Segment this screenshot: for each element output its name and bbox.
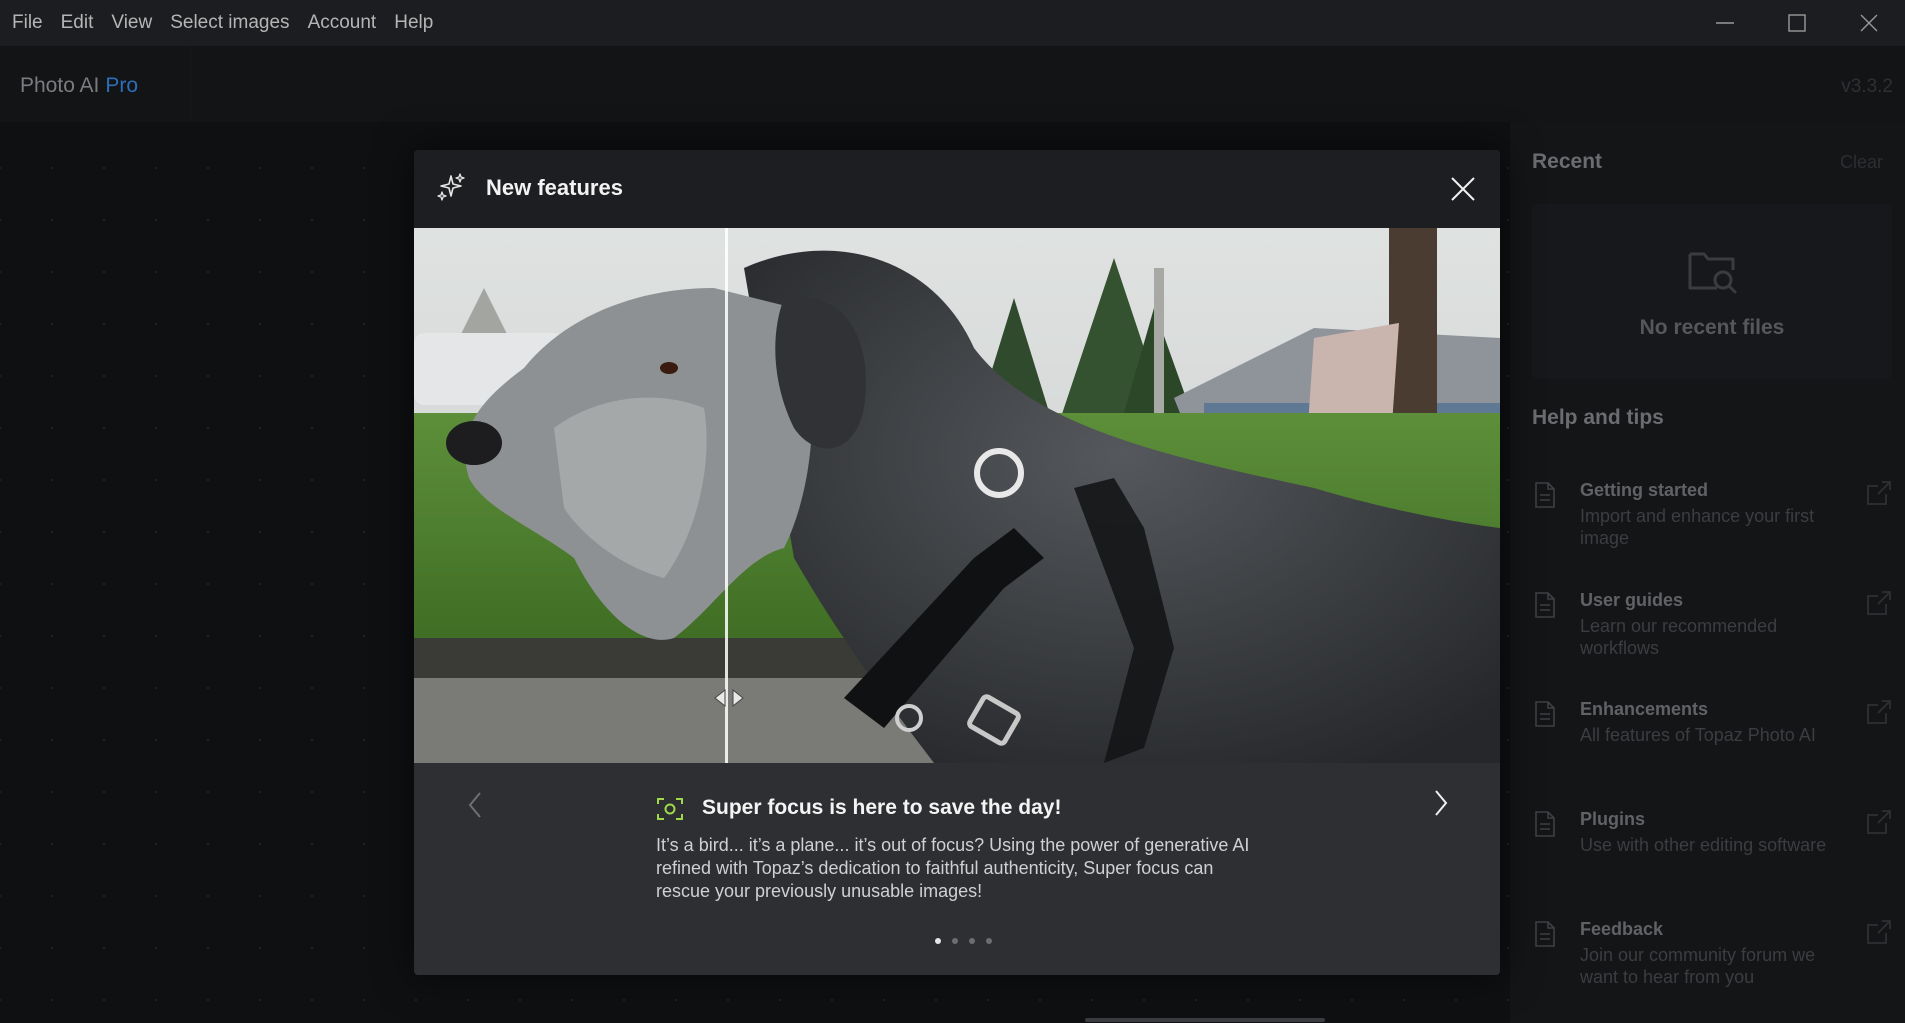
document-icon: [1535, 592, 1555, 618]
app-header: Photo AI Pro v3.3.2: [0, 46, 1905, 122]
document-icon: [1535, 482, 1555, 508]
app-name: Photo AI: [20, 74, 100, 97]
tip-enhancements[interactable]: Enhancements All features of Topaz Photo…: [1532, 699, 1892, 789]
external-link-icon: [1867, 591, 1891, 615]
tip-feedback[interactable]: Feedback Join our community forum we wan…: [1532, 919, 1892, 1009]
folder-search-icon: [1688, 252, 1737, 294]
previous-arrow-icon[interactable]: [464, 790, 488, 820]
tip-description: Join our community forum we want to hear…: [1580, 945, 1816, 987]
clear-recent-button[interactable]: Clear: [1840, 152, 1883, 173]
document-icon: [1535, 921, 1555, 947]
dialog-header: New features: [414, 150, 1500, 228]
minimize-icon: [1716, 22, 1734, 24]
tip-description: Use with other editing software: [1580, 835, 1827, 855]
page-dot[interactable]: [934, 938, 941, 944]
tip-title: Getting started: [1580, 480, 1709, 500]
document-icon: [1535, 811, 1555, 837]
page-dot[interactable]: [951, 938, 958, 944]
header-divider: [190, 46, 191, 122]
maximize-button[interactable]: [1761, 0, 1833, 46]
tip-description: Import and enhance your first image: [1580, 506, 1815, 548]
next-arrow-icon[interactable]: [1428, 788, 1452, 818]
feature-title: Super focus is here to save the day!: [702, 796, 1062, 819]
pagination-dots: [414, 938, 1500, 944]
tip-title: Enhancements: [1580, 699, 1709, 719]
window-close-button[interactable]: [1833, 0, 1905, 46]
app-brand: Photo AI Pro: [20, 74, 138, 98]
menu-account[interactable]: Account: [299, 0, 386, 46]
compare-handle-icon[interactable]: [709, 678, 749, 718]
tip-getting-started[interactable]: Getting started Import and enhance your …: [1532, 480, 1892, 570]
external-link-icon: [1867, 920, 1891, 944]
tip-title: User guides: [1580, 590, 1684, 610]
feature-description: It’s a bird... it’s a plane... it’s out …: [656, 835, 1250, 901]
menu-select-images[interactable]: Select images: [161, 0, 298, 46]
external-link-icon: [1867, 481, 1891, 505]
page-dot[interactable]: [968, 938, 975, 944]
tip-plugins[interactable]: Plugins Use with other editing software: [1532, 809, 1892, 899]
no-recent-files-label: No recent files: [1639, 316, 1785, 339]
window-controls: [1689, 0, 1905, 46]
external-link-icon: [1867, 810, 1891, 834]
close-icon: [1860, 14, 1878, 32]
tip-description: Learn our recommended workflows: [1580, 616, 1778, 658]
document-icon: [1535, 701, 1555, 727]
minimize-button[interactable]: [1689, 0, 1761, 46]
menu-help[interactable]: Help: [385, 0, 442, 46]
feature-preview-image[interactable]: [414, 228, 1500, 763]
sparkle-icon: [437, 173, 465, 201]
version-label: v3.3.2: [1841, 76, 1893, 97]
dialog-close-button[interactable]: [1446, 172, 1480, 206]
new-features-dialog: New features Super focus is here to save…: [414, 150, 1500, 975]
menu-file[interactable]: File: [0, 0, 52, 46]
right-panel: Recent Clear No recent files Help and ti…: [1510, 122, 1905, 1023]
menu-bar: File Edit View Select images Account Hel…: [0, 0, 1905, 46]
menu-edit[interactable]: Edit: [52, 0, 103, 46]
recent-title: Recent: [1532, 150, 1603, 173]
page-dot[interactable]: [985, 938, 992, 944]
tip-title: Plugins: [1580, 809, 1646, 829]
maximize-icon: [1788, 14, 1806, 32]
tip-user-guides[interactable]: User guides Learn our recommended workfl…: [1532, 590, 1892, 680]
tier-badge: Pro: [105, 74, 139, 97]
menu-view[interactable]: View: [102, 0, 161, 46]
super-focus-icon: [657, 798, 683, 820]
help-title: Help and tips: [1532, 406, 1664, 429]
tip-title: Feedback: [1580, 919, 1664, 939]
tip-description: All features of Topaz Photo AI: [1580, 725, 1816, 745]
horizontal-scrollbar[interactable]: [1085, 1018, 1325, 1022]
close-icon: [1451, 177, 1475, 201]
recent-files-box: No recent files: [1532, 204, 1892, 379]
dog-photo: [414, 228, 1500, 763]
external-link-icon: [1867, 700, 1891, 724]
dialog-title: New features: [486, 175, 623, 200]
